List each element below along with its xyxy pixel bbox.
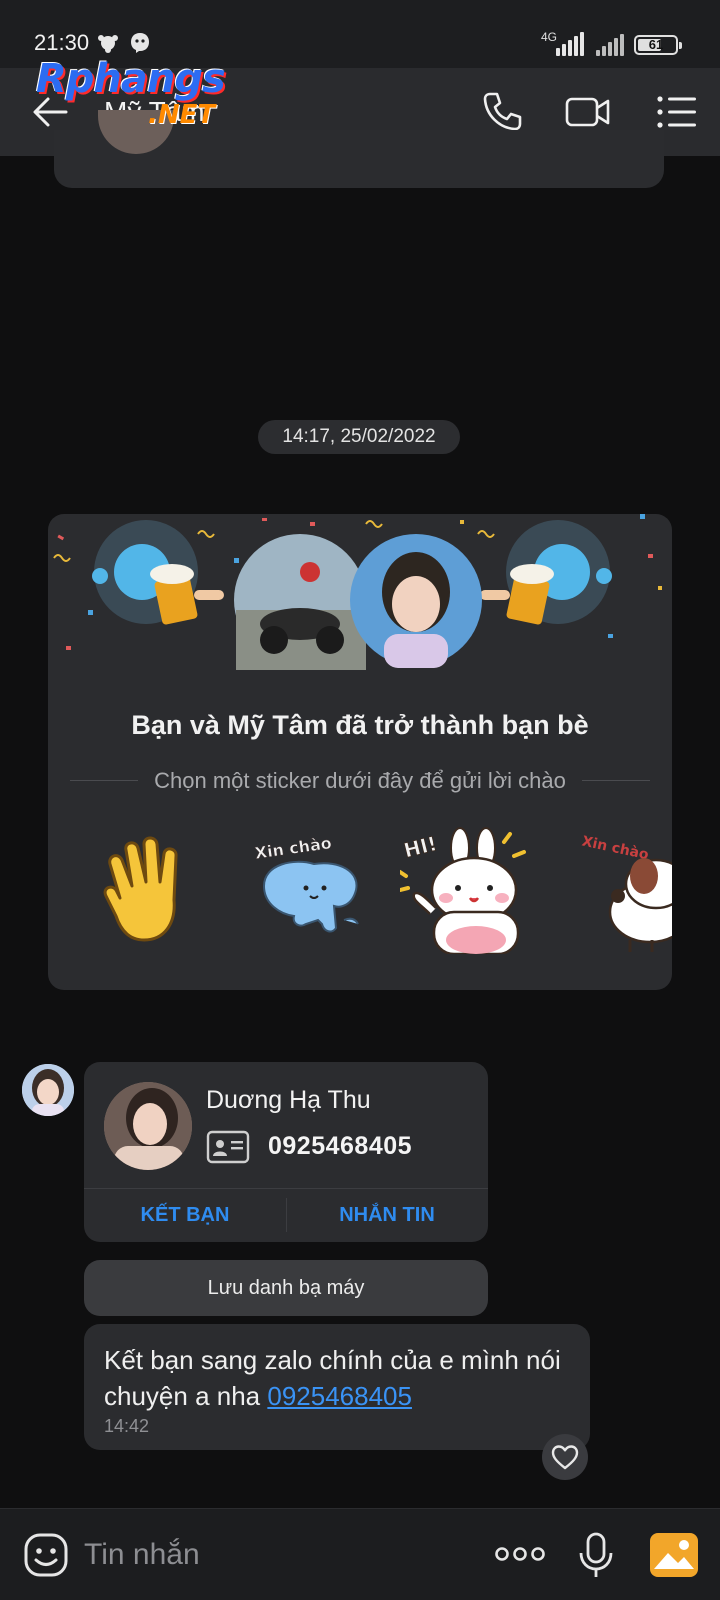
save-to-contacts-button[interactable]: Lưu danh bạ máy <box>84 1260 488 1316</box>
network-type: 4G <box>541 30 558 44</box>
status-time: 21:30 <box>34 30 90 55</box>
back-arrow-icon[interactable] <box>28 90 72 134</box>
sticker-prompt: Chọn một sticker dưới đây để gửi lời chà… <box>70 766 650 796</box>
send-message-button[interactable]: NHẮN TIN <box>286 1188 488 1242</box>
sticker-hi-bunny[interactable]: HI! <box>400 824 536 954</box>
phone-call-icon[interactable] <box>478 88 526 136</box>
sticker-caption: Xin chào <box>254 833 333 863</box>
friend-card-title: Bạn và Mỹ Tâm đã trở thành bạn bè <box>131 710 589 740</box>
message-input[interactable]: Tin nhắn <box>84 1533 464 1577</box>
message-timestamp: 14:42 <box>104 1416 150 1436</box>
sender-avatar[interactable] <box>22 1064 74 1116</box>
message-bubble[interactable]: Kết bạn sang zalo chính của e mình nói c… <box>84 1324 590 1450</box>
microphone-icon[interactable] <box>576 1531 616 1579</box>
notification-icon <box>98 35 118 53</box>
add-friend-button[interactable]: KẾT BẠN <box>84 1188 286 1242</box>
shared-contact-card[interactable]: Duơng Hạ Thu 0925468405 KẾT BẠN NHẮN TIN <box>84 1062 488 1242</box>
avatar-image <box>22 1064 74 1116</box>
contact-phone: 0925468405 <box>268 1132 413 1160</box>
heart-icon <box>551 1445 579 1470</box>
contact-avatar <box>104 1082 192 1170</box>
status-bar: 21:30 4G 61 <box>0 0 720 68</box>
sticker-xin-chao-cat[interactable]: Xin chào <box>244 824 374 954</box>
message-input-bar: Tin nhắn <box>0 1508 720 1600</box>
more-options-icon[interactable] <box>494 1539 546 1569</box>
user-avatar <box>234 534 366 670</box>
friend-avatar <box>350 534 482 668</box>
image-gallery-icon[interactable] <box>650 1533 698 1577</box>
contact-card-icon <box>206 1130 250 1164</box>
messenger-icon <box>131 33 149 53</box>
date-separator: 14:17, 25/02/2022 <box>258 420 460 454</box>
message-text: Kết bạn sang zalo chính của e mình nói c… <box>104 1342 574 1414</box>
menu-list-icon[interactable] <box>652 88 700 136</box>
celebration-banner <box>53 514 662 670</box>
sticker-prompt-text: Chọn một sticker dưới đây để gửi lời chà… <box>154 768 566 793</box>
avatar <box>98 110 174 154</box>
sticker-caption: HI! <box>401 831 439 862</box>
contact-name: Duơng Hạ Thu <box>206 1086 371 1114</box>
sticker-wave-hand[interactable] <box>98 824 208 954</box>
video-call-icon[interactable] <box>564 88 612 136</box>
battery-icon: 61 <box>634 35 682 55</box>
battery-level: 61 <box>648 37 664 52</box>
new-friend-card: Bạn và Mỹ Tâm đã trở thành bạn bè Chọn m… <box>48 514 672 990</box>
phone-link[interactable]: 0925468405 <box>267 1381 412 1411</box>
emoji-sticker-icon[interactable] <box>22 1531 70 1579</box>
previous-card <box>54 110 664 188</box>
signal-icon <box>596 30 626 56</box>
sticker-xin-chao-dog[interactable]: Xin chào <box>564 824 672 954</box>
reaction-button[interactable] <box>542 1434 588 1480</box>
signal-icon <box>556 30 586 56</box>
contact-photo-image <box>104 1082 192 1170</box>
